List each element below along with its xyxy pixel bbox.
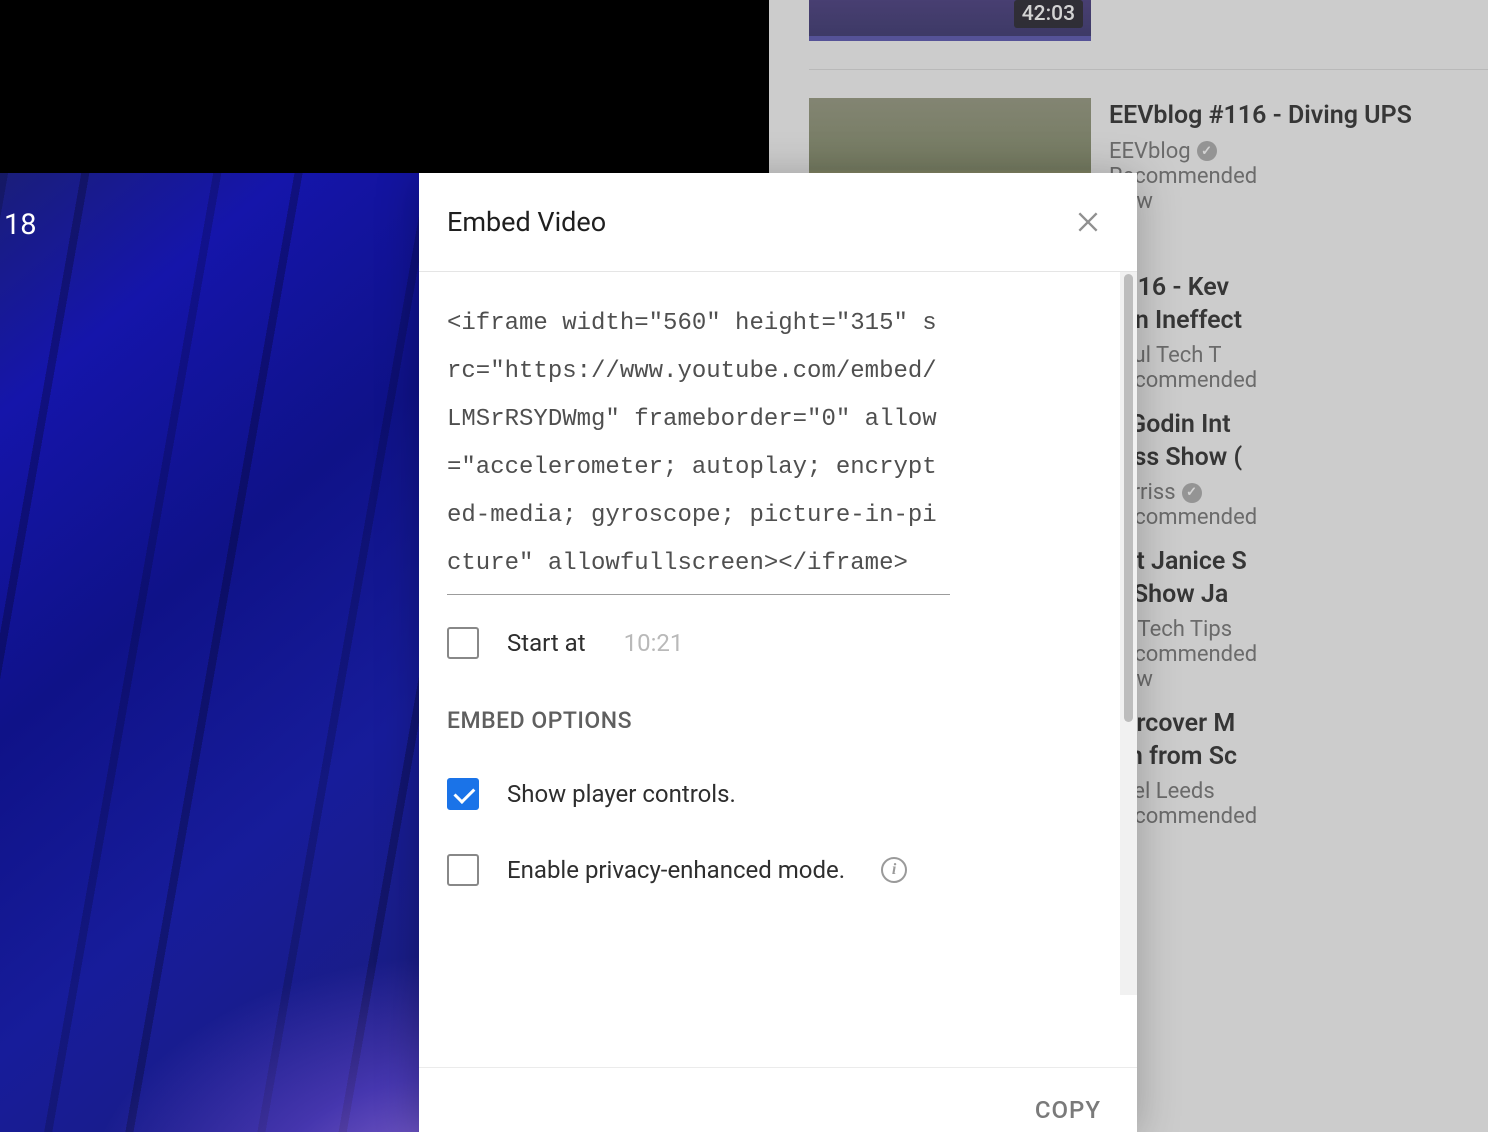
copy-button[interactable]: COPY (1035, 1096, 1101, 1124)
embed-code-textarea[interactable]: <iframe width="560" height="315" src="ht… (447, 300, 950, 595)
sidebar-divider (809, 69, 1488, 70)
video-letterbox (0, 0, 769, 173)
info-icon[interactable] (881, 857, 907, 883)
recommendation-title: EEVblog #116 (1109, 101, 1266, 130)
start-at-checkbox[interactable] (447, 627, 479, 659)
embed-video-dialog: Embed Video <iframe width="560" height="… (419, 173, 1137, 1132)
verified-icon (1182, 483, 1202, 503)
show-player-controls-checkbox[interactable] (447, 778, 479, 810)
close-icon (1075, 209, 1101, 235)
start-at-label: Start at (507, 629, 586, 657)
recommendation-thumb[interactable]: 42:03 (809, 0, 1091, 41)
privacy-enhanced-label: Enable privacy-enhanced mode. (507, 856, 845, 884)
recommendation-new-badge: New (1109, 189, 1412, 214)
start-at-time-input[interactable]: 10:21 (624, 629, 684, 657)
scrollbar[interactable] (1120, 272, 1137, 995)
show-player-controls-label: Show player controls. (507, 780, 736, 808)
dialog-title: Embed Video (447, 206, 606, 238)
recommendation-note: Recommended (1109, 164, 1412, 189)
privacy-enhanced-checkbox[interactable] (447, 854, 479, 886)
playlist-index-badge: 18 (0, 208, 37, 242)
embed-options-heading: EMBED OPTIONS (447, 707, 1109, 734)
video-duration-badge: 42:03 (1014, 0, 1083, 28)
close-button[interactable] (1067, 201, 1109, 243)
recommendation-channel: EEVblog (1109, 139, 1191, 164)
verified-icon (1197, 141, 1217, 161)
